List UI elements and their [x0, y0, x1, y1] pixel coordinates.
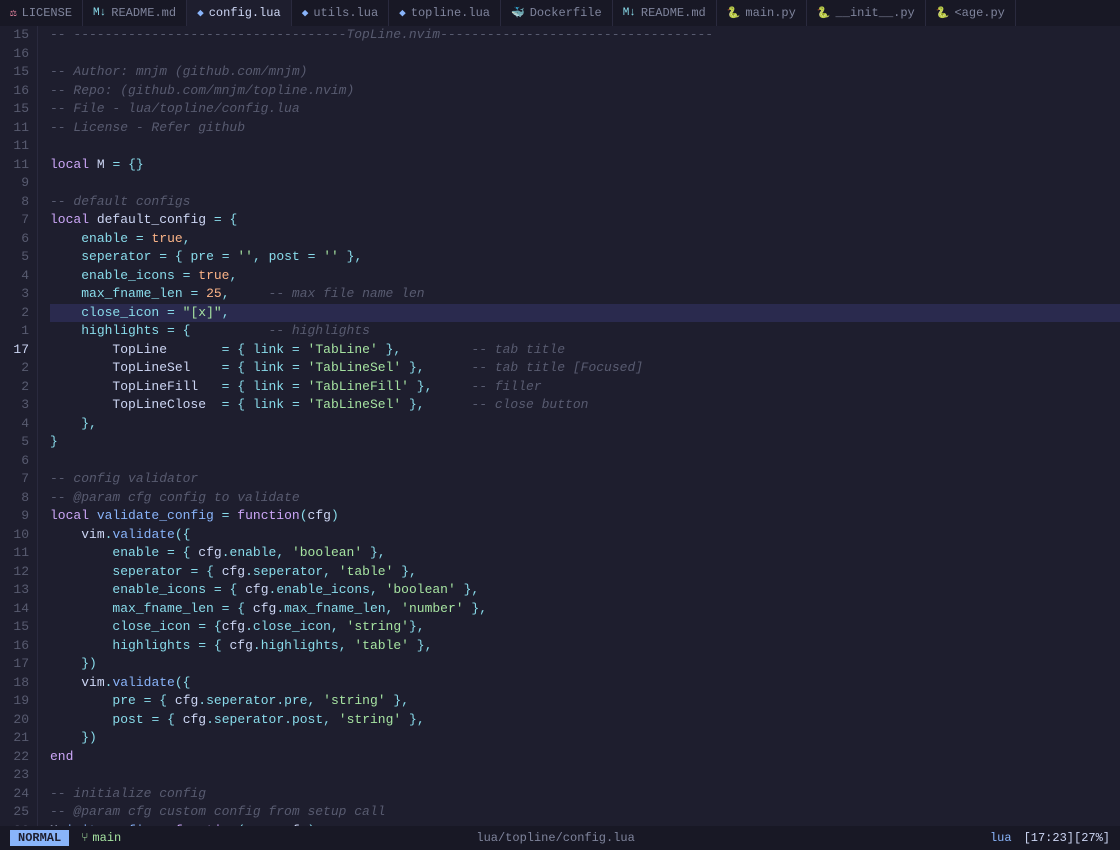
code-line — [50, 452, 1120, 471]
code-line: local validate_config = function(cfg) — [50, 507, 1120, 526]
code-line: end — [50, 748, 1120, 767]
code-line-current: close_icon = "[x]", — [50, 304, 1120, 323]
code-line: TopLineFill = { link = 'TabLineFill' }, … — [50, 378, 1120, 397]
code-line: -- Author: mnjm (github.com/mnjm) — [50, 63, 1120, 82]
code-line: highlights = { cfg.highlights, 'table' }… — [50, 637, 1120, 656]
code-line: M.init_config = function(user_cfg) — [50, 822, 1120, 827]
code-area[interactable]: -- -----------------------------------To… — [38, 26, 1120, 826]
tab-license-label: LICENSE — [22, 6, 72, 20]
tab-license[interactable]: ⚖ LICENSE — [0, 0, 83, 26]
code-line: -- @param cfg custom config from setup c… — [50, 803, 1120, 822]
code-line: }) — [50, 729, 1120, 748]
code-line — [50, 766, 1120, 785]
code-line: TopLineClose = { link = 'TabLineSel' }, … — [50, 396, 1120, 415]
code-line: pre = { cfg.seperator.pre, 'string' }, — [50, 692, 1120, 711]
code-line: seperator = { cfg.seperator, 'table' }, — [50, 563, 1120, 582]
editor-area: 15 16 15 16 15 11 11 11 9 8 7 6 5 4 3 2 … — [0, 26, 1120, 826]
license-icon: ⚖ — [10, 6, 17, 20]
code-line: -- initialize config — [50, 785, 1120, 804]
code-line — [50, 137, 1120, 156]
code-line: } — [50, 433, 1120, 452]
code-line: vim.validate({ — [50, 526, 1120, 545]
branch-name: main — [92, 831, 121, 845]
code-line: max_fname_len = { cfg.max_fname_len, 'nu… — [50, 600, 1120, 619]
code-line: vim.validate({ — [50, 674, 1120, 693]
code-line: -- default configs — [50, 193, 1120, 212]
code-line: local M = {} — [50, 156, 1120, 175]
lua-icon-utils: ◆ — [302, 6, 309, 20]
tab-topline-lua[interactable]: ◆ topline.lua — [389, 0, 501, 26]
code-line: enable_icons = true, — [50, 267, 1120, 286]
status-filepath: lua/topline/config.lua — [476, 831, 634, 845]
tab-dockerfile[interactable]: 🐳 Dockerfile — [501, 0, 613, 26]
tab-config-lua-label: config.lua — [209, 6, 281, 20]
status-filetype: lua — [990, 831, 1012, 845]
code-line: highlights = { -- highlights — [50, 322, 1120, 341]
code-line: local default_config = { — [50, 211, 1120, 230]
code-line: }, — [50, 415, 1120, 434]
code-line: -- License - Refer github — [50, 119, 1120, 138]
code-line: enable_icons = { cfg.enable_icons, 'bool… — [50, 581, 1120, 600]
tab-utils-lua-label: utils.lua — [313, 6, 378, 20]
code-line: TopLine = { link = 'TabLine' }, -- tab t… — [50, 341, 1120, 360]
tab-readme-label: README.md — [111, 6, 176, 20]
code-line: enable = true, — [50, 230, 1120, 249]
tab-main-py[interactable]: 🐍 main.py — [717, 0, 807, 26]
tab-age-py-label: <age.py — [954, 6, 1004, 20]
code-line: post = { cfg.seperator.post, 'string' }, — [50, 711, 1120, 730]
code-line: TopLineSel = { link = 'TabLineSel' }, --… — [50, 359, 1120, 378]
md-icon-1: M↓ — [93, 7, 106, 19]
code-line — [50, 174, 1120, 193]
tab-readme-md[interactable]: M↓ README.md — [83, 0, 187, 26]
tab-readme2-md[interactable]: M↓ README.md — [613, 0, 717, 26]
tab-main-py-label: main.py — [745, 6, 795, 20]
code-line: -- Repo: (github.com/mnjm/topline.nvim) — [50, 82, 1120, 101]
code-line: -- config validator — [50, 470, 1120, 489]
code-line: max_fname_len = 25, -- max file name len — [50, 285, 1120, 304]
md-icon-2: M↓ — [623, 7, 636, 19]
code-line: }) — [50, 655, 1120, 674]
docker-icon: 🐳 — [511, 6, 525, 20]
code-line: enable = { cfg.enable, 'boolean' }, — [50, 544, 1120, 563]
tab-init-py[interactable]: 🐍 __init__.py — [807, 0, 926, 26]
py-icon-main: 🐍 — [727, 6, 741, 20]
code-line: -- -----------------------------------To… — [50, 26, 1120, 45]
branch-icon: ⑂ — [81, 831, 88, 845]
code-line: -- @param cfg config to validate — [50, 489, 1120, 508]
tab-config-lua[interactable]: ◆ config.lua — [187, 0, 292, 26]
tab-dockerfile-label: Dockerfile — [530, 6, 602, 20]
lua-icon-topline: ◆ — [399, 6, 406, 20]
status-branch: ⑂ main — [81, 831, 121, 845]
lua-icon-config: ◆ — [197, 6, 204, 20]
tab-init-py-label: __init__.py — [836, 6, 915, 20]
py-icon-age: 🐍 — [936, 6, 950, 20]
code-line: close_icon = {cfg.close_icon, 'string'}, — [50, 618, 1120, 637]
tab-topline-lua-label: topline.lua — [411, 6, 490, 20]
tab-readme2-label: README.md — [641, 6, 706, 20]
status-left: NORMAL ⑂ main — [10, 830, 121, 846]
code-line — [50, 45, 1120, 64]
tab-age-py[interactable]: 🐍 <age.py — [926, 0, 1016, 26]
code-line: seperator = { pre = '', post = '' }, — [50, 248, 1120, 267]
tab-bar: ⚖ LICENSE M↓ README.md ◆ config.lua ◆ ut… — [0, 0, 1120, 26]
code-line: -- File - lua/topline/config.lua — [50, 100, 1120, 119]
status-position: [17:23][27%] — [1024, 831, 1110, 845]
py-icon-init: 🐍 — [817, 6, 831, 20]
status-bar: NORMAL ⑂ main lua/topline/config.lua lua… — [0, 826, 1120, 850]
tab-utils-lua[interactable]: ◆ utils.lua — [292, 0, 389, 26]
status-right: lua [17:23][27%] — [990, 831, 1110, 845]
line-numbers: 15 16 15 16 15 11 11 11 9 8 7 6 5 4 3 2 … — [0, 26, 38, 826]
status-mode: NORMAL — [10, 830, 69, 846]
